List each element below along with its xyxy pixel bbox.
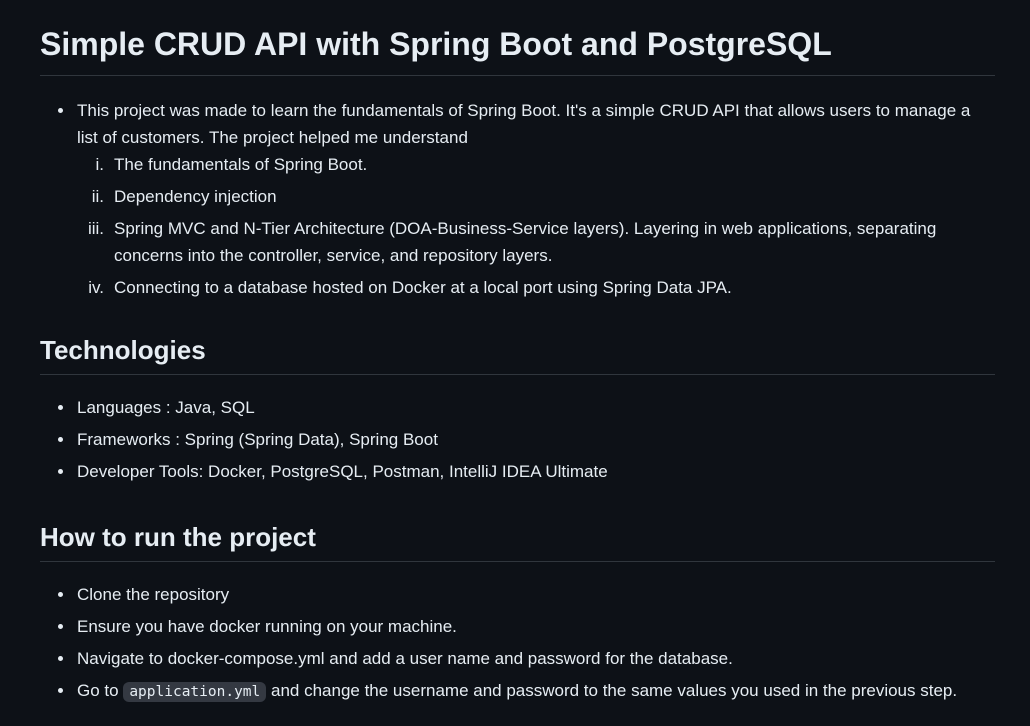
intro-text: This project was made to learn the funda… [77,101,971,147]
list-item: ii. Dependency injection [77,183,995,210]
list-item: Clone the repository [40,581,995,608]
bullet-icon [58,624,63,629]
list-item: Languages : Java, SQL [40,394,995,421]
bullet-icon [58,688,63,693]
list-item: i. The fundamentals of Spring Boot. [77,151,995,178]
list-numeral: iii. [87,219,104,238]
technologies-heading: Technologies [40,334,995,375]
list-item: Go to application.yml and change the use… [40,677,995,706]
list-numeral: i. [95,155,105,174]
bullet-icon [58,656,63,661]
list-numeral: ii. [91,187,104,206]
list-item: Ensure you have docker running on your m… [40,613,995,640]
learning-list: i. The fundamentals of Spring Boot. ii. … [77,151,995,301]
list-numeral: iv. [88,278,104,297]
bullet-icon [58,592,63,597]
intro-list: This project was made to learn the funda… [40,97,995,301]
how-to-run-heading: How to run the project [40,521,995,562]
run-steps-list: Clone the repository Ensure you have doc… [40,581,995,706]
readme-content: Simple CRUD API with Spring Boot and Pos… [40,0,995,706]
list-item: iv. Connecting to a database hosted on D… [77,274,995,301]
bullet-icon [58,437,63,442]
inline-code-filename: application.yml [123,682,267,702]
bullet-icon [58,469,63,474]
list-item: This project was made to learn the funda… [40,97,995,301]
technologies-list: Languages : Java, SQL Frameworks : Sprin… [40,394,995,485]
list-item: Developer Tools: Docker, PostgreSQL, Pos… [40,458,995,485]
page-title: Simple CRUD API with Spring Boot and Pos… [40,0,995,76]
bullet-icon [58,108,63,113]
bullet-icon [58,405,63,410]
list-item: Frameworks : Spring (Spring Data), Sprin… [40,426,995,453]
list-item: Navigate to docker-compose.yml and add a… [40,645,995,672]
list-item: iii. Spring MVC and N-Tier Architecture … [77,215,995,269]
